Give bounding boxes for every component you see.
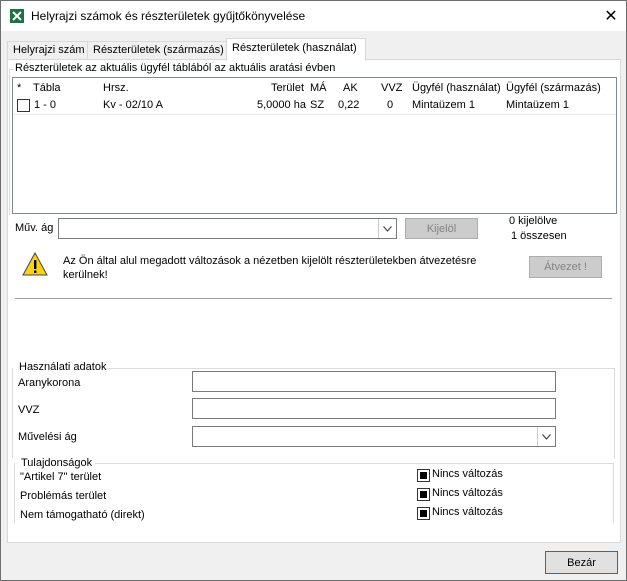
problemas-label: Problémás terület	[20, 490, 107, 502]
group-border	[107, 368, 615, 369]
parcel-grid[interactable]: * Tábla Hrsz. Terület MÁ AK VVZ Ügyfél (…	[12, 77, 617, 214]
separator	[15, 298, 612, 299]
warning-icon	[22, 252, 48, 276]
row-checkbox[interactable]	[17, 99, 30, 112]
excel-app-icon	[10, 9, 24, 23]
nem-tamogathato-label: Nem támogatható (direkt)	[20, 509, 145, 521]
grid-section-title: Részterületek az aktuális ügyfél táblábó…	[15, 62, 336, 74]
tab-reszteruletek-hasznalat[interactable]: Részterületek (használat)	[226, 38, 366, 61]
close-icon[interactable]: ✕	[596, 1, 626, 31]
dialog-window: Helyrajzi számok és részterületek gyűjtő…	[0, 0, 627, 581]
group-border	[9, 69, 10, 215]
column-header-ugyfel-hasznalat[interactable]: Ügyfél (használat)	[412, 82, 501, 94]
artikel7-label: "Artikel 7" terület	[20, 471, 102, 483]
tab-helyrajzi-szam[interactable]: Helyrajzi szám	[7, 41, 92, 60]
vvz-input[interactable]	[192, 398, 556, 419]
properties-section-title: Tulajdonságok	[20, 457, 94, 469]
atvezet-button[interactable]: Átvezet !	[529, 256, 602, 278]
artikel7-checkbox[interactable]	[417, 469, 430, 482]
total-count: 1 összesen	[511, 230, 567, 242]
vvz-label: VVZ	[18, 404, 40, 416]
cell-vvz: 0	[387, 99, 394, 111]
column-header-ma[interactable]: MÁ	[310, 82, 327, 94]
cell-ugyfel-hasznalat: Mintaüzem 1	[412, 99, 475, 111]
bezar-button[interactable]: Bezár	[545, 551, 618, 574]
column-header-terulet[interactable]: Terület	[271, 82, 304, 94]
column-header-ak[interactable]: AK	[343, 82, 358, 94]
cell-tabla: 1 - 0	[34, 99, 57, 111]
cell-ak: 0,22	[338, 99, 360, 111]
usage-section-title: Használati adatok	[18, 361, 108, 373]
filter-label: Műv. ág	[15, 222, 54, 234]
group-border	[613, 463, 614, 523]
column-header-vvz[interactable]: VVZ	[381, 82, 402, 94]
nem-tamogathato-checkbox[interactable]	[417, 507, 430, 520]
aranykorona-input[interactable]	[192, 371, 556, 392]
column-header-hrsz[interactable]: Hrsz.	[103, 82, 129, 94]
group-border	[12, 368, 13, 458]
column-header-star[interactable]: *	[17, 82, 21, 94]
row-divider	[13, 114, 616, 115]
tab-reszteruletek-szarmazas[interactable]: Részterületek (származás)	[87, 41, 231, 60]
chevron-down-icon[interactable]	[378, 219, 396, 238]
muvelesi-ag-select[interactable]	[192, 426, 556, 447]
title-bar: Helyrajzi számok és részterületek gyűjtő…	[1, 1, 626, 31]
column-header-tabla[interactable]: Tábla	[33, 82, 61, 94]
aranykorona-label: Aranykorona	[18, 377, 81, 389]
kijelol-button[interactable]: Kijelöl	[405, 218, 478, 239]
muvelesi-ag-label: Művelési ág	[18, 431, 77, 443]
cell-ma: SZ	[310, 99, 325, 111]
warning-text-line1: Az Ön által alul megadott változások a n…	[63, 255, 477, 267]
muvelesi-ag-filter-select[interactable]	[58, 218, 397, 239]
cell-ugyfel-szarmazas: Mintaüzem 1	[506, 99, 569, 111]
problemas-checkbox-label: Nincs változás	[432, 487, 503, 499]
artikel7-checkbox-label: Nincs változás	[432, 468, 503, 480]
cell-terulet: 5,0000 ha	[257, 99, 306, 111]
group-border	[14, 463, 15, 523]
nem-tamogathato-checkbox-label: Nincs változás	[432, 506, 503, 518]
group-border	[614, 368, 615, 458]
warning-text-line2: kerülnek!	[63, 269, 108, 281]
window-title: Helyrajzi számok és részterületek gyűjtő…	[31, 9, 306, 23]
selected-count: 0 kijelölve	[509, 215, 558, 227]
column-header-ugyfel-szarmazas[interactable]: Ügyfél (származás)	[506, 82, 601, 94]
cell-hrsz: Kv - 02/10 A	[103, 99, 163, 111]
chevron-down-icon[interactable]	[537, 427, 555, 446]
group-border	[95, 463, 613, 464]
problemas-checkbox[interactable]	[417, 488, 430, 501]
